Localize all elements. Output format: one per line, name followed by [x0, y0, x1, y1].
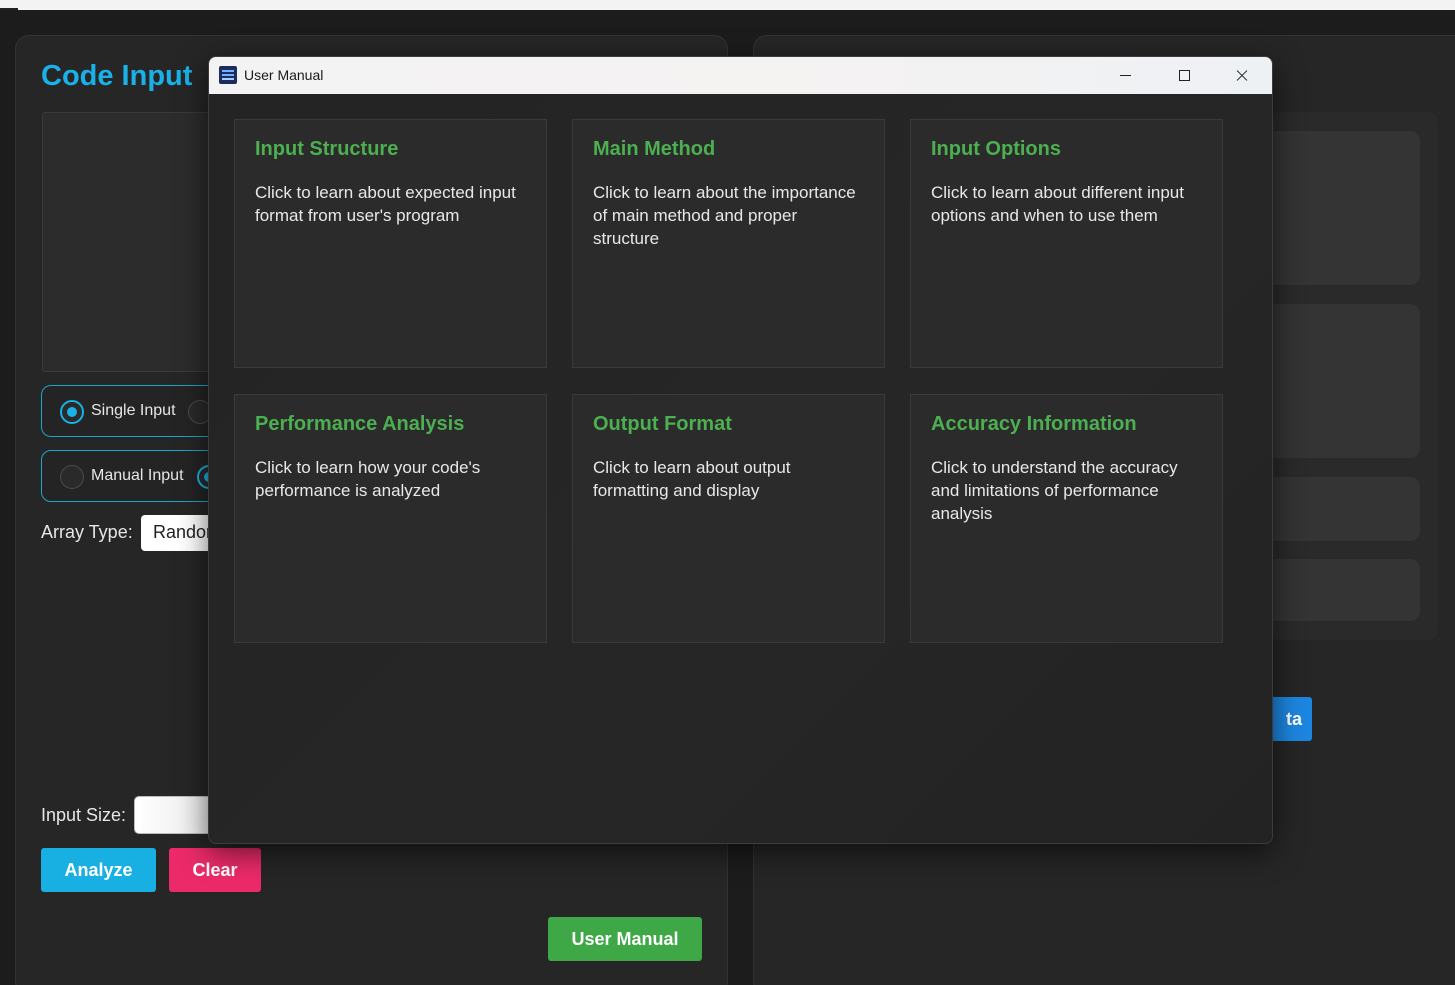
- card-title: Input Options: [931, 138, 1061, 160]
- maximize-icon[interactable]: [1161, 57, 1207, 94]
- dialog-body: Input Structure Click to learn about exp…: [209, 94, 1272, 843]
- manual-input-radio[interactable]: [60, 465, 84, 489]
- top-strip: [0, 0, 1455, 10]
- close-icon[interactable]: [1219, 57, 1265, 94]
- clear-button[interactable]: Clear: [169, 848, 261, 892]
- card-description: Click to learn about different input opt…: [931, 183, 1184, 225]
- dialog-title: User Manual: [244, 67, 324, 83]
- app-icon: [219, 66, 237, 84]
- card-description: Click to learn about output formatting a…: [593, 458, 791, 500]
- card-performance-analysis[interactable]: Performance Analysis Click to learn how …: [234, 394, 547, 643]
- card-output-format[interactable]: Output Format Click to learn about outpu…: [572, 394, 885, 643]
- taskbar-mark: [0, 8, 18, 10]
- card-description: Click to learn about expected input form…: [255, 183, 516, 225]
- result-card: [1266, 559, 1420, 621]
- manual-input-label: Manual Input: [91, 467, 184, 484]
- card-title: Performance Analysis: [255, 413, 465, 435]
- card-title: Output Format: [593, 413, 732, 435]
- result-card: [1266, 477, 1420, 541]
- array-type-label: Array Type:: [41, 522, 133, 542]
- result-card: [1266, 131, 1420, 285]
- user-manual-button[interactable]: User Manual: [548, 917, 702, 961]
- code-editor[interactable]: [42, 112, 222, 372]
- manual-input-option[interactable]: Manual Input: [41, 450, 231, 502]
- card-description: Click to learn about the importance of m…: [593, 183, 856, 248]
- single-input-radio[interactable]: [60, 400, 84, 424]
- card-title: Accuracy Information: [931, 413, 1137, 435]
- card-description: Click to learn how your code's performan…: [255, 458, 481, 500]
- single-input-option[interactable]: Single Input: [41, 385, 231, 437]
- analyze-button[interactable]: Analyze: [41, 848, 156, 892]
- card-title: Main Method: [593, 138, 716, 160]
- card-description: Click to understand the accuracy and lim…: [931, 458, 1178, 523]
- code-input-title: Code Input: [41, 60, 193, 92]
- card-title: Input Structure: [255, 138, 399, 160]
- card-main-method[interactable]: Main Method Click to learn about the imp…: [572, 119, 885, 368]
- single-input-label: Single Input: [91, 402, 176, 419]
- card-input-structure[interactable]: Input Structure Click to learn about exp…: [234, 119, 547, 368]
- card-accuracy-information[interactable]: Accuracy Information Click to understand…: [910, 394, 1223, 643]
- minimize-icon[interactable]: [1103, 57, 1149, 94]
- input-size-label: Input Size:: [41, 805, 127, 825]
- user-manual-dialog: User Manual Input Structure Click to lea…: [208, 56, 1273, 844]
- dialog-titlebar[interactable]: User Manual: [209, 57, 1272, 94]
- card-input-options[interactable]: Input Options Click to learn about diffe…: [910, 119, 1223, 368]
- result-card: [1266, 304, 1420, 458]
